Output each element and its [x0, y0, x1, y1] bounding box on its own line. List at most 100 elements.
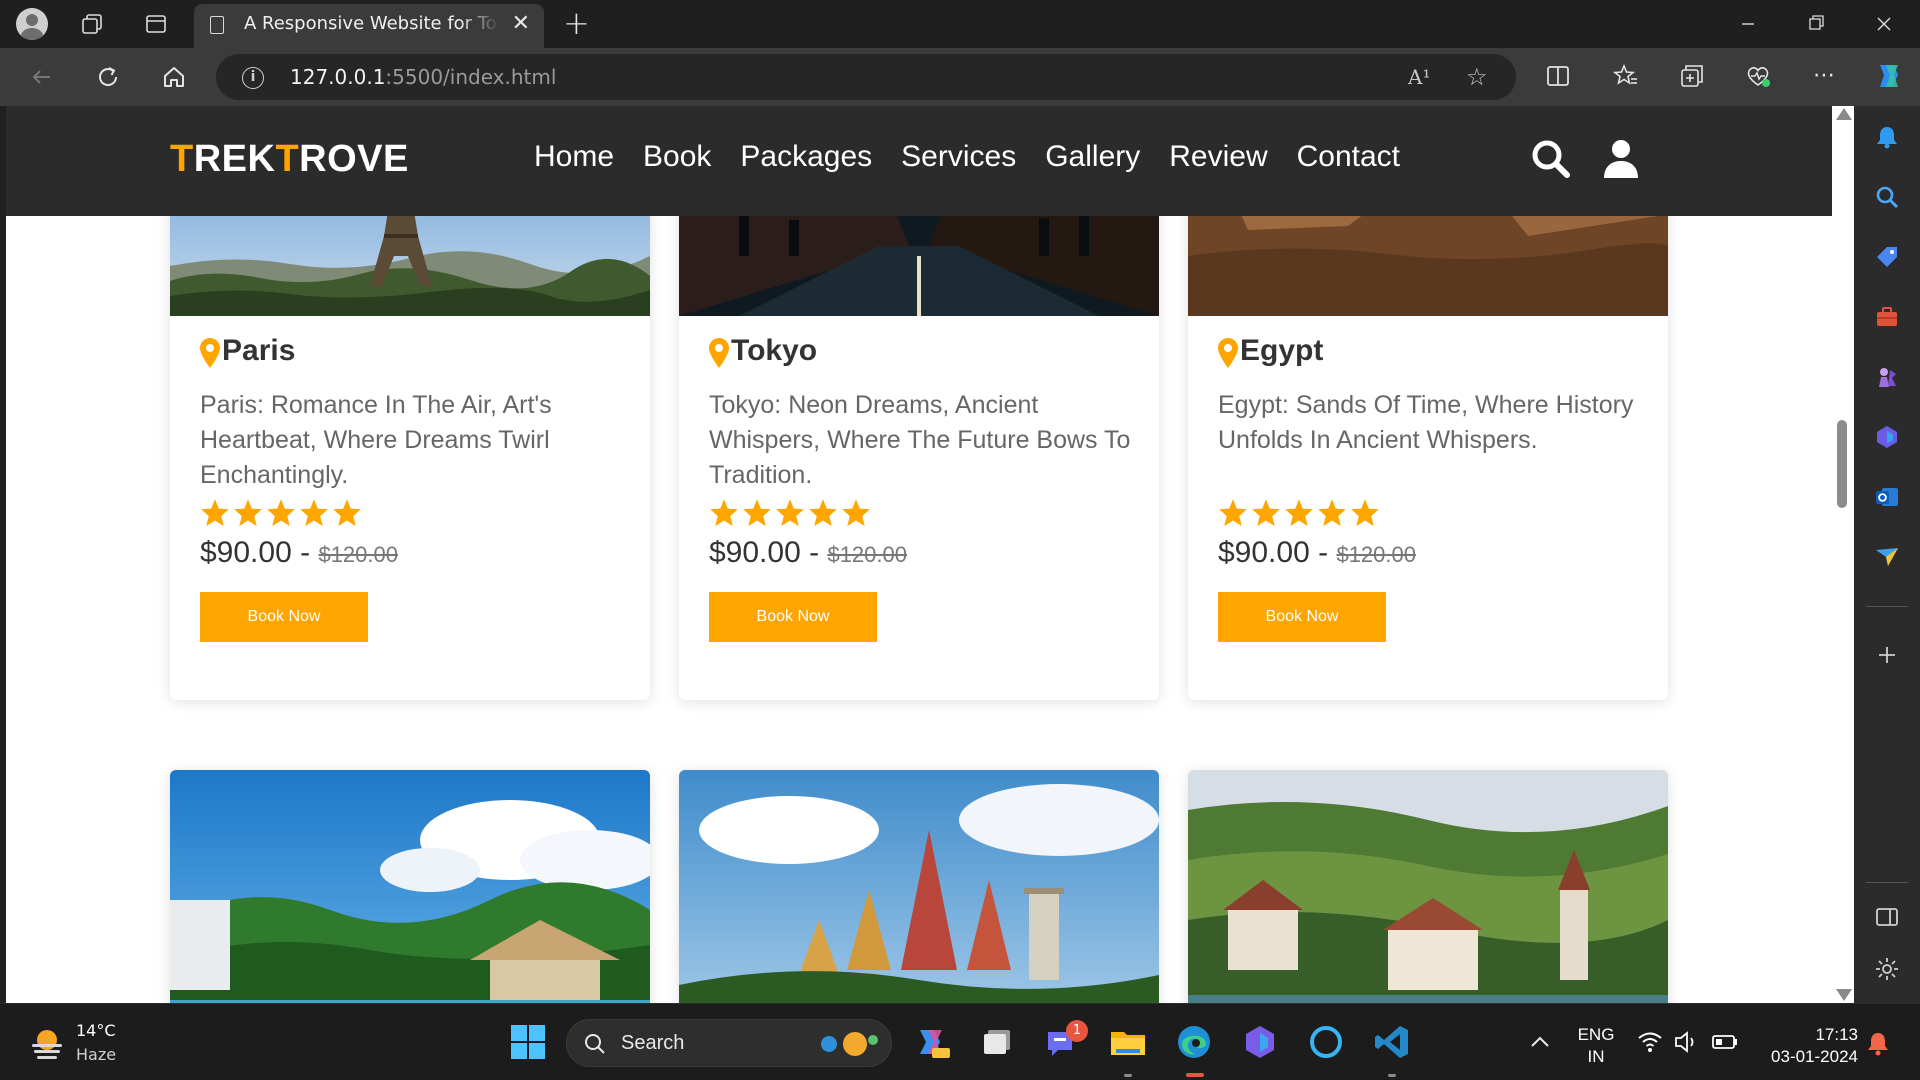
url-text[interactable]: 127.0.0.1:5500/index.html	[290, 65, 556, 89]
windows-start-icon[interactable]	[508, 1022, 548, 1062]
new-tab-button[interactable]: +	[563, 6, 590, 40]
card-title: Paris	[200, 334, 295, 368]
page-document-icon	[210, 16, 224, 34]
close-window-icon[interactable]	[1864, 8, 1904, 40]
search-sidebar-icon[interactable]	[1874, 184, 1900, 210]
star-icon	[1318, 499, 1346, 527]
site-info-icon[interactable]: i	[242, 67, 264, 89]
nav-packages[interactable]: Packages	[740, 140, 872, 174]
favorites-icon[interactable]	[1612, 62, 1640, 90]
language-indicator[interactable]: ENG IN	[1576, 1024, 1616, 1068]
battery-icon[interactable]	[1710, 1028, 1740, 1056]
workspaces-icon[interactable]	[80, 12, 104, 36]
book-now-button[interactable]: Book Now	[709, 592, 877, 642]
sidebar-divider	[1866, 882, 1908, 883]
profile-avatar[interactable]	[16, 8, 48, 40]
page-viewport: TREKTROVE Home Book Packages Services Ga…	[6, 106, 1832, 1003]
copilot-taskbar-icon[interactable]	[912, 1022, 952, 1062]
add-sidebar-app-icon[interactable]	[1874, 642, 1900, 668]
home-icon[interactable]	[160, 63, 188, 91]
card-title: Tokyo	[709, 334, 817, 368]
scroll-down-arrow-icon[interactable]	[1836, 989, 1852, 1001]
settings-gear-icon[interactable]	[1874, 956, 1900, 982]
copilot-icon[interactable]	[1872, 59, 1906, 93]
more-menu-icon[interactable]: ⋯	[1810, 62, 1838, 90]
notifications-bell-icon[interactable]	[1874, 124, 1900, 150]
star-icon	[1351, 499, 1379, 527]
address-bar[interactable]: i 127.0.0.1:5500/index.html A¹ ☆	[216, 54, 1516, 100]
volume-icon[interactable]	[1672, 1028, 1700, 1056]
package-card-next-3	[1188, 770, 1668, 1003]
rating-stars	[200, 498, 362, 528]
favorite-star-icon[interactable]: ☆	[1466, 63, 1488, 91]
running-indicator	[1124, 1074, 1132, 1077]
browser-toolbar: i 127.0.0.1:5500/index.html A¹ ☆ ⋯	[0, 48, 1920, 106]
page-scrollbar[interactable]	[1832, 106, 1854, 1003]
microsoft-365-icon[interactable]	[1874, 424, 1900, 450]
star-icon	[743, 499, 771, 527]
package-card-paris: Paris Paris: Romance In The Air, Art's H…	[170, 146, 650, 700]
nav-contact[interactable]: Contact	[1297, 140, 1400, 174]
restore-icon[interactable]	[1796, 8, 1836, 40]
vertical-tabs-icon[interactable]	[144, 12, 168, 36]
edge-browser-icon[interactable]	[1174, 1022, 1214, 1062]
nav-home[interactable]: Home	[534, 140, 614, 174]
weather-haze-icon[interactable]	[28, 1024, 66, 1062]
refresh-icon[interactable]	[94, 63, 122, 91]
tab-close-icon[interactable]: ✕	[512, 12, 530, 36]
running-indicator	[1388, 1074, 1396, 1077]
weather-description: Haze	[76, 1045, 117, 1064]
search-label: Search	[621, 1032, 685, 1054]
split-screen-icon[interactable]	[1544, 62, 1572, 90]
collections-icon[interactable]	[1678, 62, 1706, 90]
read-aloud-icon[interactable]: A¹	[1408, 65, 1430, 89]
book-now-button[interactable]: Book Now	[1218, 592, 1386, 642]
hide-sidebar-icon[interactable]	[1874, 904, 1900, 930]
browser-essentials-icon[interactable]	[1744, 62, 1772, 90]
book-now-button[interactable]: Book Now	[200, 592, 368, 642]
old-price: $120.00	[827, 542, 907, 567]
file-explorer-icon[interactable]	[1108, 1022, 1148, 1062]
nav-review[interactable]: Review	[1169, 140, 1267, 174]
notification-bell-icon[interactable]	[1864, 1030, 1892, 1058]
cortana-ring-icon[interactable]	[1306, 1022, 1346, 1062]
star-icon	[201, 499, 229, 527]
taskbar-search-box[interactable]: Search	[566, 1019, 892, 1067]
back-icon[interactable]	[28, 63, 56, 91]
site-header: TREKTROVE Home Book Packages Services Ga…	[6, 106, 1832, 216]
package-card-tokyo: Tokyo Tokyo: Neon Dreams, Ancient Whispe…	[679, 146, 1159, 700]
search-highlight-icon	[821, 1032, 878, 1056]
site-logo[interactable]: TREKTROVE	[170, 138, 409, 181]
system-clock[interactable]: 17:13 03-01-2024	[1752, 1024, 1858, 1068]
card-title: Egypt	[1218, 334, 1323, 368]
outlook-icon[interactable]	[1874, 484, 1900, 510]
task-view-icon[interactable]	[978, 1022, 1018, 1062]
vscode-icon[interactable]	[1372, 1022, 1412, 1062]
shopping-tag-icon[interactable]	[1874, 244, 1900, 270]
browser-tab-active[interactable]: A Responsive Website for Tour Agency ✕	[194, 4, 544, 48]
swiss-town-photo	[1188, 770, 1668, 1003]
tools-briefcase-icon[interactable]	[1874, 304, 1900, 330]
nav-book[interactable]: Book	[643, 140, 711, 174]
nav-gallery[interactable]: Gallery	[1045, 140, 1140, 174]
user-icon[interactable]	[1598, 136, 1644, 182]
send-drop-icon[interactable]	[1874, 544, 1900, 570]
scroll-up-arrow-icon[interactable]	[1836, 108, 1852, 120]
scrollbar-thumb[interactable]	[1837, 420, 1847, 508]
package-card-egypt: Egypt Egypt: Sands Of Time, Where Histor…	[1188, 146, 1668, 700]
star-icon	[1285, 499, 1313, 527]
sidebar-divider	[1866, 606, 1908, 607]
star-icon	[234, 499, 262, 527]
browser-title-bar: A Responsive Website for Tour Agency ✕ +	[0, 0, 1920, 48]
old-price: $120.00	[318, 542, 398, 567]
nav-services[interactable]: Services	[901, 140, 1016, 174]
search-icon[interactable]	[1528, 136, 1574, 182]
microsoft-365-copilot-icon[interactable]	[1240, 1022, 1280, 1062]
games-chess-icon[interactable]	[1874, 364, 1900, 390]
location-pin-icon	[200, 338, 220, 368]
location-pin-icon	[1218, 338, 1238, 368]
edge-sidebar	[1854, 106, 1920, 1003]
wifi-icon[interactable]	[1636, 1028, 1664, 1056]
minimize-icon[interactable]	[1728, 8, 1768, 40]
show-hidden-icons-chevron-icon[interactable]	[1526, 1028, 1554, 1056]
